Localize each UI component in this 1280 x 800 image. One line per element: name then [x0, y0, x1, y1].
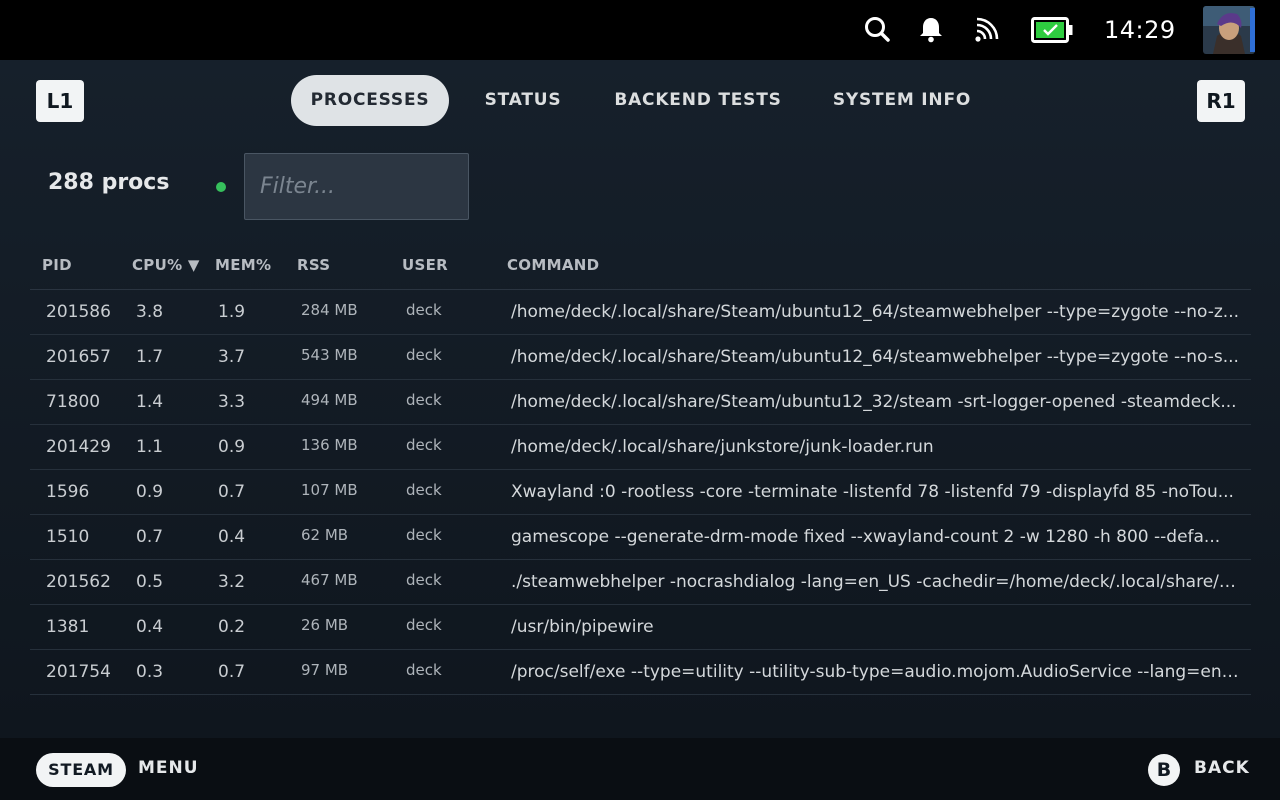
- cell-rss: 97 MB: [301, 661, 349, 679]
- cell-command: /usr/bin/pipewire: [511, 617, 654, 637]
- cell-command: /home/deck/.local/share/Steam/ubuntu12_3…: [511, 392, 1237, 412]
- search-icon[interactable]: [863, 15, 891, 43]
- column-mem[interactable]: MEM%: [215, 256, 271, 274]
- cell-cpu: 0.4: [136, 617, 164, 637]
- main-panel: L1 R1 PROCESSES STATUS BACKEND TESTS SYS…: [0, 60, 1280, 738]
- cast-icon[interactable]: [974, 15, 1000, 43]
- cell-user: deck: [406, 391, 442, 409]
- process-table: 201586 3.8 1.9 284 MB deck /home/deck/.l…: [30, 290, 1251, 695]
- battery-charging-icon[interactable]: [1031, 17, 1073, 43]
- cell-cpu: 0.3: [136, 662, 164, 682]
- table-row[interactable]: 201657 1.7 3.7 543 MB deck /home/deck/.l…: [30, 335, 1251, 380]
- cell-command: /home/deck/.local/share/Steam/ubuntu12_6…: [511, 302, 1240, 322]
- cell-user: deck: [406, 661, 442, 679]
- column-rss[interactable]: RSS: [297, 256, 330, 274]
- cell-user: deck: [406, 571, 442, 589]
- cell-mem: 3.7: [218, 347, 246, 367]
- cell-rss: 107 MB: [301, 481, 358, 499]
- column-pid[interactable]: PID: [42, 256, 72, 274]
- bell-icon[interactable]: [918, 15, 944, 43]
- cell-command: Xwayland :0 -rootless -core -terminate -…: [511, 482, 1234, 502]
- tab-status[interactable]: STATUS: [470, 75, 576, 126]
- status-bar: 14:29: [0, 0, 1280, 60]
- tab-backend-tests[interactable]: BACKEND TESTS: [603, 75, 793, 126]
- column-command[interactable]: COMMAND: [507, 256, 599, 274]
- tab-system-info[interactable]: SYSTEM INFO: [821, 75, 983, 126]
- cell-mem: 0.9: [218, 437, 246, 457]
- cell-rss: 136 MB: [301, 436, 358, 454]
- cell-command: /home/deck/.local/share/junkstore/junk-l…: [511, 437, 934, 457]
- cell-command: /proc/self/exe --type=utility --utility-…: [511, 662, 1241, 682]
- cell-rss: 26 MB: [301, 616, 349, 634]
- cell-mem: 0.7: [218, 482, 246, 502]
- table-row[interactable]: 201562 0.5 3.2 467 MB deck ./steamwebhel…: [30, 560, 1251, 605]
- cell-command: /home/deck/.local/share/Steam/ubuntu12_6…: [511, 347, 1239, 367]
- cell-user: deck: [406, 301, 442, 319]
- status-indicator: [216, 182, 226, 192]
- cell-pid: 201586: [46, 302, 111, 322]
- cell-pid: 201657: [46, 347, 111, 367]
- menu-label: MENU: [138, 758, 199, 778]
- cell-pid: 1510: [46, 527, 90, 547]
- table-row[interactable]: 1510 0.7 0.4 62 MB deck gamescope --gene…: [30, 515, 1251, 560]
- cell-pid: 201754: [46, 662, 111, 682]
- table-row[interactable]: 1596 0.9 0.7 107 MB deck Xwayland :0 -ro…: [30, 470, 1251, 515]
- cell-cpu: 3.8: [136, 302, 164, 322]
- column-user[interactable]: USER: [402, 256, 448, 274]
- footer-bar: STEAM MENU B BACK: [0, 738, 1280, 800]
- cell-user: deck: [406, 526, 442, 544]
- cell-user: deck: [406, 436, 442, 454]
- tab-bar: PROCESSES STATUS BACKEND TESTS SYSTEM IN…: [0, 75, 1280, 126]
- cell-mem: 0.7: [218, 662, 246, 682]
- cell-user: deck: [406, 481, 442, 499]
- cell-user: deck: [406, 616, 442, 634]
- cell-cpu: 1.1: [136, 437, 164, 457]
- filter-input[interactable]: [244, 153, 469, 220]
- cell-rss: 284 MB: [301, 301, 358, 319]
- back-label: BACK: [1194, 758, 1250, 778]
- cell-pid: 201562: [46, 572, 111, 592]
- b-button[interactable]: B: [1148, 754, 1180, 786]
- cell-rss: 543 MB: [301, 346, 358, 364]
- table-header: PID CPU% ▼ MEM% RSS USER COMMAND: [30, 244, 1251, 290]
- table-row[interactable]: 201429 1.1 0.9 136 MB deck /home/deck/.l…: [30, 425, 1251, 470]
- cell-command: gamescope --generate-drm-mode fixed --xw…: [511, 527, 1221, 547]
- table-row[interactable]: 201754 0.3 0.7 97 MB deck /proc/self/exe…: [30, 650, 1251, 695]
- cell-pid: 1596: [46, 482, 90, 502]
- cell-pid: 71800: [46, 392, 101, 412]
- cell-cpu: 1.7: [136, 347, 164, 367]
- steam-button[interactable]: STEAM: [36, 753, 126, 787]
- cell-pid: 201429: [46, 437, 111, 457]
- tab-processes[interactable]: PROCESSES: [291, 75, 449, 126]
- cell-cpu: 1.4: [136, 392, 164, 412]
- cell-cpu: 0.9: [136, 482, 164, 502]
- table-row[interactable]: 201586 3.8 1.9 284 MB deck /home/deck/.l…: [30, 290, 1251, 335]
- cell-user: deck: [406, 346, 442, 364]
- cell-command: ./steamwebhelper -nocrashdialog -lang=en…: [511, 572, 1241, 592]
- cell-mem: 1.9: [218, 302, 246, 322]
- cell-pid: 1381: [46, 617, 90, 637]
- cell-mem: 3.2: [218, 572, 246, 592]
- avatar[interactable]: [1203, 6, 1255, 54]
- column-cpu[interactable]: CPU% ▼: [132, 256, 200, 274]
- table-row[interactable]: 71800 1.4 3.3 494 MB deck /home/deck/.lo…: [30, 380, 1251, 425]
- cell-mem: 0.2: [218, 617, 246, 637]
- cell-cpu: 0.7: [136, 527, 164, 547]
- cell-mem: 0.4: [218, 527, 246, 547]
- clock: 14:29: [1104, 16, 1176, 44]
- cell-rss: 62 MB: [301, 526, 349, 544]
- cell-mem: 3.3: [218, 392, 246, 412]
- cell-rss: 494 MB: [301, 391, 358, 409]
- cell-rss: 467 MB: [301, 571, 358, 589]
- process-count: 288 procs: [48, 170, 170, 195]
- table-row[interactable]: 1381 0.4 0.2 26 MB deck /usr/bin/pipewir…: [30, 605, 1251, 650]
- cell-cpu: 0.5: [136, 572, 164, 592]
